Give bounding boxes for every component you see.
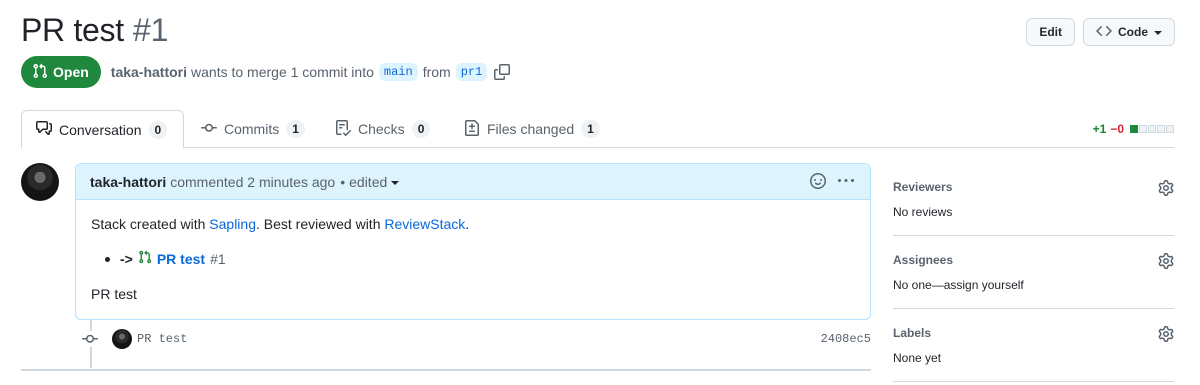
reviewstack-link[interactable]: ReviewStack [384, 216, 465, 232]
diffstat-block-neutral [1139, 125, 1147, 133]
diffstat-block-neutral [1166, 125, 1174, 133]
header-actions: Edit Code [1026, 18, 1175, 46]
author-link[interactable]: taka-hattori [111, 64, 187, 80]
gear-icon[interactable] [1158, 253, 1174, 272]
stack-pr-number: #1 [210, 251, 226, 267]
pr-meta: Open taka-hattori wants to merge 1 commi… [21, 56, 511, 88]
head-branch[interactable]: pr1 [455, 63, 488, 81]
list-arrow: -> [120, 251, 133, 267]
stack-pr-link[interactable]: PR test [157, 249, 205, 270]
state-label: Open [53, 64, 89, 80]
pr-tabs: Conversation 0 Commits 1 Checks 0 Files … [21, 110, 1174, 149]
reviewers-value: No reviews [893, 205, 953, 219]
edited-dropdown[interactable]: edited [349, 173, 400, 190]
copy-icon[interactable] [494, 64, 511, 80]
comment-actions [810, 173, 854, 192]
pr-sidebar: Reviewers No reviews Assignees No one—as… [893, 163, 1174, 382]
git-commit-icon [82, 331, 98, 347]
sidebar-assignees: Assignees No one—assign yourself [893, 236, 1174, 309]
comment-separator: • [340, 173, 346, 190]
tab-files-changed-label: Files changed [487, 121, 575, 137]
tab-conversation[interactable]: Conversation 0 [21, 110, 184, 149]
body-suffix: . [465, 216, 470, 232]
comment-author-link[interactable]: taka-hattori [90, 174, 166, 190]
tab-commits[interactable]: Commits 1 [187, 110, 319, 148]
bullet-icon [105, 257, 110, 262]
tab-conversation-label: Conversation [59, 121, 142, 138]
git-pull-request-icon [32, 63, 48, 82]
edited-label: edited [349, 173, 388, 190]
chevron-down-icon [1154, 31, 1162, 35]
timeline-commit: PR test 2408ec5 [82, 327, 871, 351]
comment-body: Stack created with Sapling. Best reviewe… [76, 200, 870, 319]
code-button-label: Code [1118, 25, 1148, 39]
sidebar-reviewers: Reviewers No reviews [893, 163, 1174, 236]
comment-header: taka-hattori commented 2 minutes ago • e… [76, 164, 870, 200]
sidebar-labels: Labels None yet [893, 309, 1174, 382]
assignees-value: No one—assign yourself [893, 278, 1174, 292]
tab-checks-label: Checks [358, 121, 405, 137]
body-prefix: Stack created with [91, 216, 210, 232]
comment-discussion-icon [36, 120, 52, 139]
from-text: from [422, 64, 451, 80]
commit-message-link[interactable]: PR test [137, 332, 187, 346]
comment-box: taka-hattori commented 2 minutes ago • e… [75, 163, 871, 320]
edit-button[interactable]: Edit [1026, 18, 1075, 46]
gear-icon[interactable] [1158, 180, 1174, 199]
tab-files-changed-count: 1 [581, 120, 600, 138]
file-diff-icon [464, 119, 480, 139]
comment-intro: Stack created with Sapling. Best reviewe… [91, 214, 855, 235]
diffstat-block-added [1130, 125, 1138, 133]
sapling-link[interactable]: Sapling [209, 216, 256, 232]
body-middle: . Best reviewed with [255, 216, 385, 232]
edit-button-label: Edit [1039, 25, 1062, 39]
diffstat: +1 −0 [1093, 122, 1174, 136]
tab-commits-count: 1 [286, 120, 305, 138]
smiley-icon[interactable] [810, 173, 826, 192]
code-icon [1096, 23, 1112, 42]
stack-list-item: -> PR test #1 [105, 249, 855, 270]
base-branch[interactable]: main [378, 63, 418, 81]
pr-number: #1 [132, 12, 169, 48]
labels-heading[interactable]: Labels [893, 326, 1174, 340]
tab-files-changed[interactable]: Files changed 1 [450, 110, 614, 148]
labels-value: None yet [893, 351, 942, 365]
avatar[interactable] [21, 163, 59, 201]
comment-footer-text: PR test [91, 286, 137, 302]
diffstat-block-neutral [1157, 125, 1165, 133]
tab-conversation-count: 0 [148, 120, 168, 139]
assign-yourself-link[interactable]: assign yourself [944, 278, 1024, 292]
diffstat-deletions: −0 [1110, 122, 1124, 136]
pr-title: PR test [21, 12, 124, 48]
reviewers-heading[interactable]: Reviewers [893, 180, 1174, 194]
timeline-divider [21, 369, 871, 371]
gear-icon[interactable] [1158, 326, 1174, 345]
pr-title-row: PR test #1 [21, 12, 168, 52]
tab-checks-count: 0 [411, 120, 431, 138]
git-pull-request-icon [138, 249, 152, 270]
comment-meta[interactable]: commented 2 minutes ago [170, 174, 335, 190]
diffstat-blocks [1130, 125, 1174, 133]
diffstat-additions: +1 [1092, 122, 1107, 136]
git-commit-icon [201, 120, 217, 139]
code-button[interactable]: Code [1083, 18, 1175, 46]
tab-commits-label: Commits [224, 121, 280, 137]
tab-checks[interactable]: Checks 0 [321, 110, 444, 148]
kebab-horizontal-icon[interactable] [838, 173, 854, 192]
commit-avatar[interactable] [112, 329, 132, 349]
assignees-heading[interactable]: Assignees [893, 253, 1174, 267]
merge-text: wants to merge 1 commit into [191, 64, 374, 80]
checklist-icon [335, 119, 352, 139]
assignees-none: No one— [893, 278, 944, 292]
diffstat-block-neutral [1148, 125, 1156, 133]
state-badge: Open [21, 56, 101, 88]
commit-sha-link[interactable]: 2408ec5 [821, 332, 871, 346]
chevron-down-icon [391, 180, 400, 185]
